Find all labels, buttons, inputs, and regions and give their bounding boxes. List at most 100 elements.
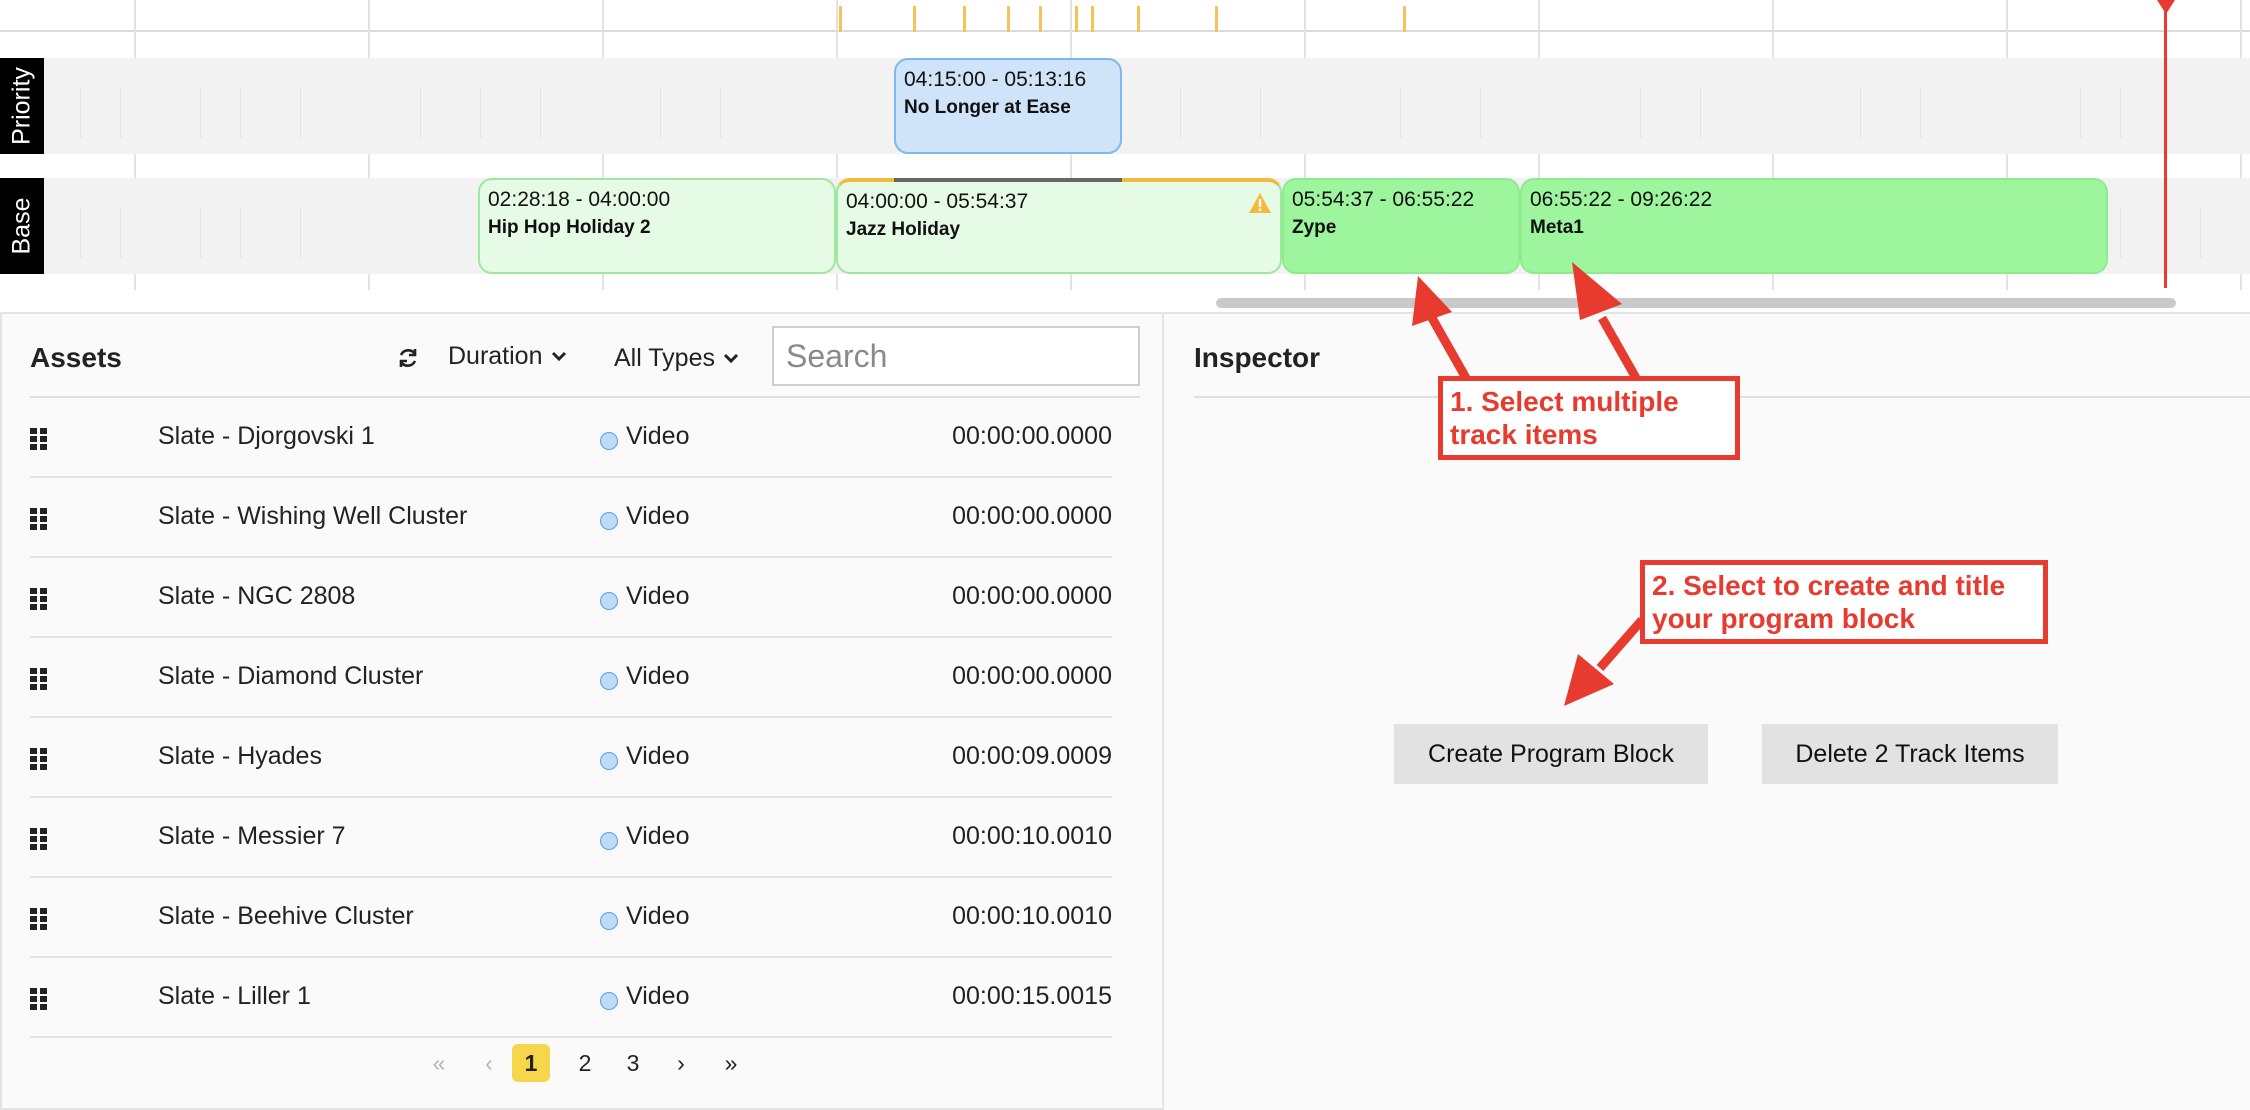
timeline-marker[interactable] [913, 6, 916, 32]
drag-handle-icon[interactable] [30, 988, 48, 1010]
asset-duration: 00:00:15.0015 [952, 982, 1112, 1010]
chevron-down-icon [551, 351, 566, 362]
timeline-marker[interactable] [1039, 6, 1042, 32]
refresh-icon [399, 349, 417, 367]
playhead[interactable] [2164, 0, 2167, 288]
asset-row[interactable]: Slate - Djorgovski 1 Video 00:00:00.0000 [30, 398, 1112, 478]
asset-row[interactable]: Slate - Diamond Cluster Video 00:00:00.000… [30, 638, 1112, 718]
timeline-marker[interactable] [1215, 6, 1218, 32]
prev-page-button[interactable]: ‹ [470, 1044, 508, 1082]
playhead-handle[interactable] [2157, 0, 2175, 14]
timeline-marker[interactable] [1137, 6, 1140, 32]
drag-handle-icon[interactable] [30, 588, 48, 610]
drag-handle-icon[interactable] [30, 508, 48, 530]
clip-zype[interactable]: 05:54:37 - 06:55:22 Zype [1282, 178, 1520, 274]
video-type-icon [600, 912, 618, 930]
video-type-icon [600, 592, 618, 610]
first-page-button[interactable]: « [420, 1044, 458, 1082]
timeline-marker[interactable] [1403, 6, 1406, 32]
drag-handle-icon[interactable] [30, 908, 48, 930]
video-type-icon [600, 832, 618, 850]
asset-row[interactable]: Slate - Beehive Cluster Video 00:00:10.001… [30, 878, 1112, 958]
timeline-scrollbar[interactable] [1216, 298, 2176, 308]
page-3-button[interactable]: 3 [614, 1044, 652, 1082]
asset-duration: 00:00:00.0000 [952, 662, 1112, 690]
page-2-button[interactable]: 2 [566, 1044, 604, 1082]
timeline-marker[interactable] [963, 6, 966, 32]
clip-jazz-holiday[interactable]: 04:00:00 - 05:54:37 Jazz Holiday [836, 178, 1282, 274]
clip-no-longer-at-ease[interactable]: 04:15:00 - 05:13:16 No Longer at Ease [894, 58, 1122, 154]
warning-icon [1249, 193, 1271, 213]
asset-name: Slate - Djorgovski 1 [158, 422, 375, 450]
clip-time: 04:15:00 - 05:13:16 [904, 68, 1087, 91]
asset-type: Video [626, 742, 690, 770]
page-1-button[interactable]: 1 [512, 1044, 550, 1082]
asset-duration: 00:00:00.0000 [952, 502, 1112, 530]
callout-select-track-items: 1. Select multiple track items [1438, 376, 1740, 460]
clip-time: 05:54:37 - 06:55:22 [1292, 188, 1475, 211]
drag-handle-icon[interactable] [30, 428, 48, 450]
chevron-down-icon [723, 353, 739, 364]
asset-row[interactable]: Slate - Liller 1 Video 00:00:15.0015 [30, 958, 1112, 1038]
asset-duration: 00:00:00.0000 [952, 582, 1112, 610]
asset-duration: 00:00:10.0010 [952, 902, 1112, 930]
drag-handle-icon[interactable] [30, 748, 48, 770]
drag-handle-icon[interactable] [30, 668, 48, 690]
clip-name: Jazz Holiday [846, 219, 961, 240]
lane-label-priority: Priority [0, 58, 44, 154]
delete-track-items-button[interactable]: Delete 2 Track Items [1762, 724, 2058, 784]
asset-row[interactable]: Slate - NGC 2808 Video 00:00:00.0000 [30, 558, 1112, 638]
overlap-indicator [894, 178, 1122, 182]
asset-name: Slate - Liller 1 [158, 982, 311, 1010]
type-filter-dropdown[interactable]: All Types [614, 338, 739, 378]
asset-type: Video [626, 662, 690, 690]
timeline-marker[interactable] [1007, 6, 1010, 32]
asset-name: Slate - Messier 7 [158, 822, 346, 850]
asset-type: Video [626, 902, 690, 930]
sort-dropdown[interactable]: Duration [448, 336, 567, 376]
clip-name: Hip Hop Holiday 2 [488, 217, 651, 238]
assets-panel: Assets Duration All Types Slate - Djorgo… [0, 312, 1164, 1110]
video-type-icon [600, 432, 618, 450]
asset-duration: 00:00:10.0010 [952, 822, 1112, 850]
clip-time: 06:55:22 - 09:26:22 [1530, 188, 1713, 211]
asset-name: Slate - Beehive Cluster [158, 902, 414, 930]
asset-type: Video [626, 502, 690, 530]
asset-row[interactable]: Slate - Hyades Video 00:00:09.0009 [30, 718, 1112, 798]
video-type-icon [600, 672, 618, 690]
asset-duration: 00:00:09.0009 [952, 742, 1112, 770]
lane-label-base: Base [0, 178, 44, 274]
clip-hip-hop-holiday-2[interactable]: 02:28:18 - 04:00:00 Hip Hop Holiday 2 [478, 178, 836, 274]
search-input[interactable] [772, 326, 1140, 386]
clip-name: Meta1 [1530, 217, 1584, 238]
video-type-icon [600, 992, 618, 1010]
asset-type: Video [626, 982, 690, 1010]
last-page-button[interactable]: » [712, 1044, 750, 1082]
timeline-marker[interactable] [839, 6, 842, 32]
next-page-button[interactable]: › [662, 1044, 700, 1082]
lane-priority[interactable] [0, 58, 2250, 154]
clip-meta1[interactable]: 06:55:22 - 09:26:22 Meta1 [1520, 178, 2108, 274]
clip-name: No Longer at Ease [904, 97, 1071, 118]
create-program-block-button[interactable]: Create Program Block [1394, 724, 1708, 784]
timeline[interactable]: Priority Base 04:15:00 - 05:13:16 No Lon… [0, 0, 2250, 312]
asset-type: Video [626, 422, 690, 450]
video-type-icon [600, 752, 618, 770]
asset-type: Video [626, 822, 690, 850]
inspector-title: Inspector [1194, 342, 1321, 373]
timeline-marker[interactable] [1075, 6, 1078, 32]
clip-time: 02:28:18 - 04:00:00 [488, 188, 671, 211]
clip-name: Zype [1292, 217, 1337, 238]
asset-name: Slate - Wishing Well Cluster [158, 502, 468, 530]
asset-name: Slate - Diamond Cluster [158, 662, 424, 690]
callout-create-program-block: 2. Select to create and title your progr… [1640, 560, 2048, 644]
assets-title: Assets [30, 342, 122, 373]
type-filter-label: All Types [614, 343, 715, 372]
refresh-button[interactable] [396, 338, 420, 378]
asset-type: Video [626, 582, 690, 610]
drag-handle-icon[interactable] [30, 828, 48, 850]
sort-label: Duration [448, 341, 543, 370]
timeline-marker[interactable] [1091, 6, 1094, 32]
asset-row[interactable]: Slate - Wishing Well Cluster Video 00:00:0… [30, 478, 1112, 558]
asset-row[interactable]: Slate - Messier 7 Video 00:00:10.0010 [30, 798, 1112, 878]
